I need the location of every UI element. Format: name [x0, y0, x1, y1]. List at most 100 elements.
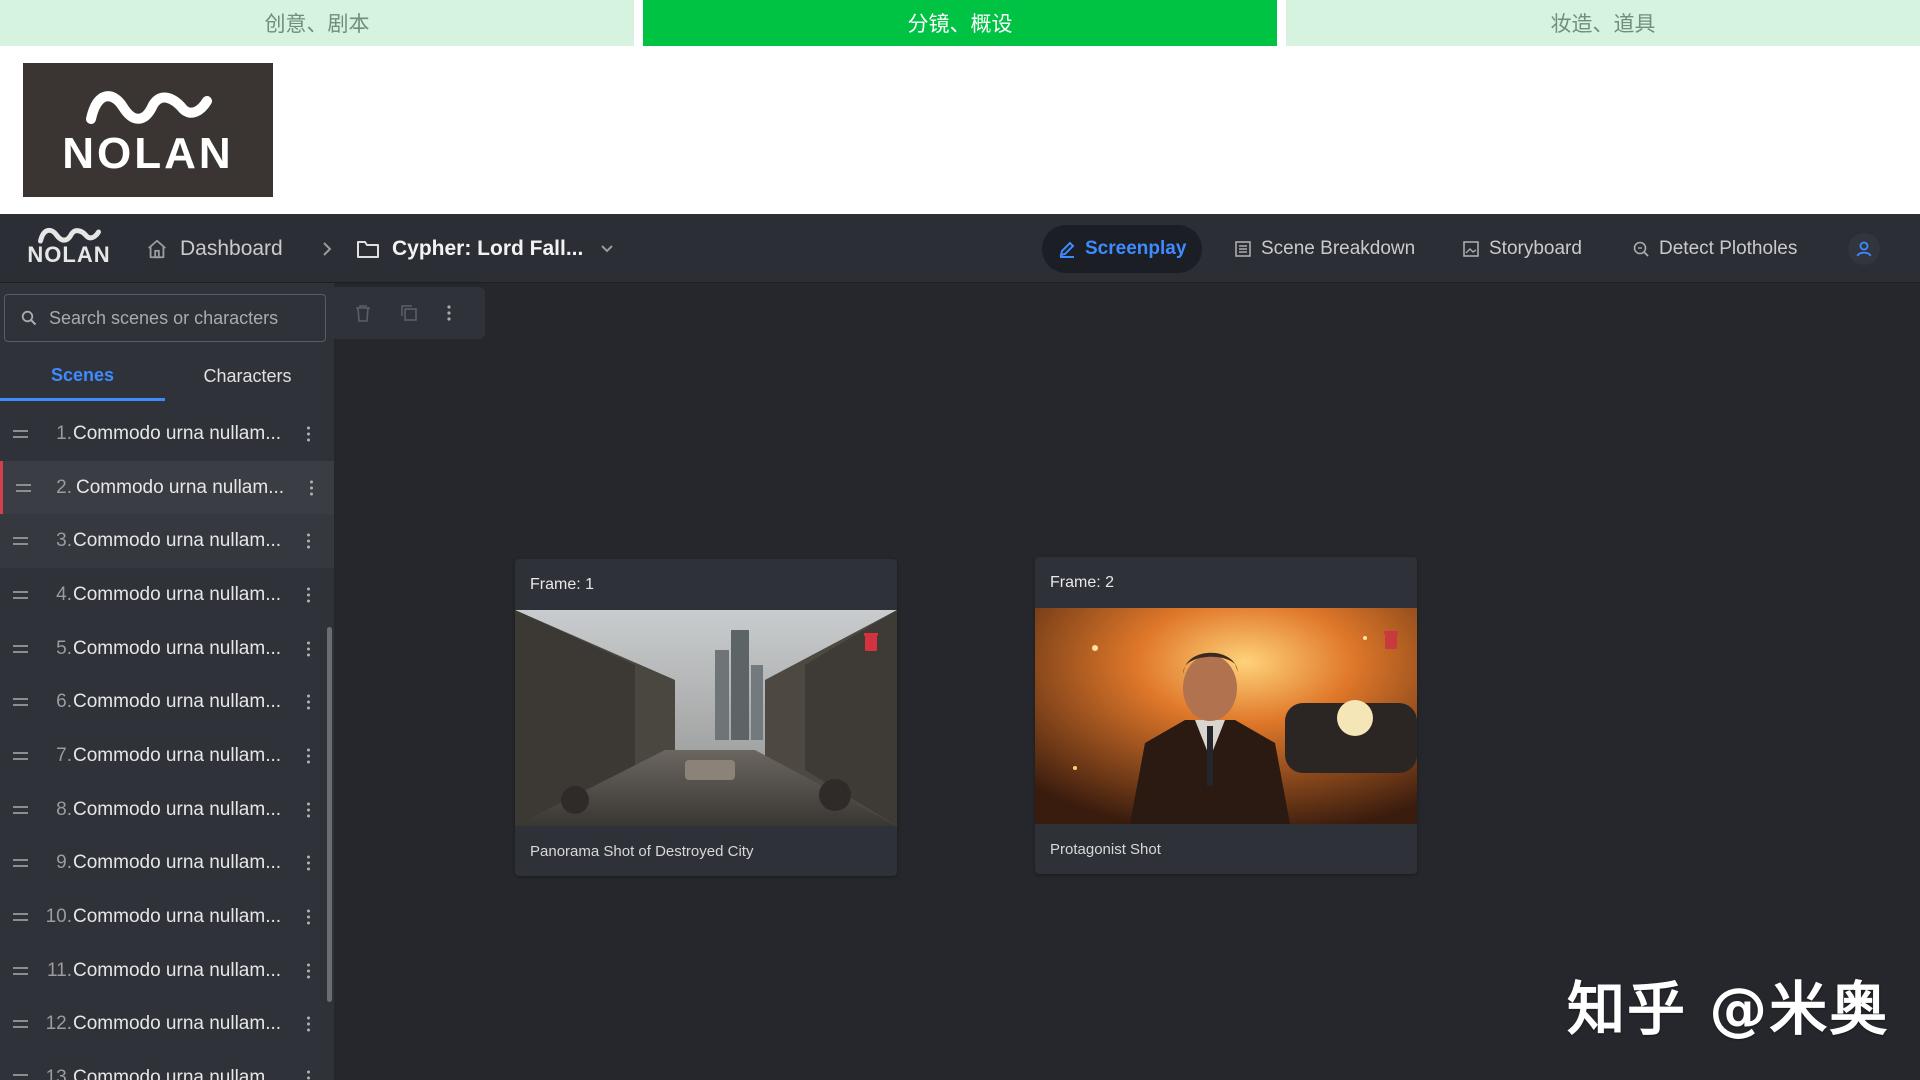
nav-logo[interactable]: NOLAN	[24, 224, 114, 274]
more-vertical-icon[interactable]	[446, 304, 452, 322]
more-vertical-icon[interactable]	[307, 1016, 310, 1032]
frame-label: Frame: 1	[530, 575, 595, 593]
trash-icon[interactable]	[354, 303, 372, 323]
drag-handle-icon[interactable]	[16, 483, 31, 492]
more-vertical-icon[interactable]	[307, 641, 310, 657]
more-vertical-icon[interactable]	[307, 748, 310, 764]
chevron-right-icon	[320, 239, 334, 259]
frame-thumbnail[interactable]	[1035, 608, 1417, 824]
drag-handle-icon[interactable]	[13, 913, 28, 922]
nolan-app: NOLAN Dashboard Cypher: Lord Fall... Scr…	[0, 214, 1920, 1080]
drag-handle-icon[interactable]	[13, 859, 28, 868]
frame-caption: Panorama Shot of Destroyed City	[530, 842, 754, 860]
more-vertical-icon[interactable]	[307, 426, 310, 442]
search-box[interactable]	[4, 294, 326, 342]
scene-title: Commodo urna nullam...	[73, 744, 282, 766]
more-vertical-icon[interactable]	[307, 963, 310, 979]
slide-tab-bar: 创意、剧本 分镜、概设 妆造、道具	[0, 0, 1920, 46]
slide-tab-ideas-script[interactable]: 创意、剧本	[0, 0, 634, 46]
scene-list-item[interactable]: 7. Commodo urna nullam...	[0, 729, 334, 783]
drag-handle-icon[interactable]	[13, 966, 28, 975]
scene-list-item[interactable]: 6. Commodo urna nullam...	[0, 675, 334, 729]
more-vertical-icon[interactable]	[307, 855, 310, 871]
scene-title: Commodo urna nullam...	[73, 530, 282, 552]
scene-list-item[interactable]: 4. Commodo urna nullam...	[0, 568, 334, 622]
drag-handle-icon[interactable]	[13, 429, 28, 438]
scene-number: 3.	[56, 530, 72, 552]
frame-card-2[interactable]: Frame: 2 Protagonist Shot	[1035, 557, 1417, 874]
scene-title: Commodo urna nullam...	[73, 906, 282, 928]
scene-title: Commodo urna nullam...	[73, 691, 282, 713]
scene-number: 13.	[45, 1067, 72, 1080]
frame-card-1[interactable]: Frame: 1 Panorama Shot of Destroyed City	[515, 559, 897, 876]
search-icon	[21, 310, 37, 326]
scene-list-item[interactable]: 11. Commodo urna nullam...	[0, 944, 334, 998]
scene-list-item[interactable]: 12. Commodo urna nullam...	[0, 998, 334, 1052]
nav-detect-plotholes-button[interactable]: Detect Plotholes	[1616, 225, 1813, 273]
scene-list-item[interactable]: 5. Commodo urna nullam...	[0, 622, 334, 676]
scene-list-scrollbar[interactable]	[327, 627, 332, 1002]
breadcrumb-project[interactable]: Cypher: Lord Fall...	[356, 214, 615, 283]
drag-handle-icon[interactable]	[13, 1020, 28, 1029]
scene-number: 12.	[45, 1013, 72, 1035]
scene-list-item[interactable]: 1. Commodo urna nullam...	[0, 407, 334, 461]
duplicate-icon[interactable]	[400, 304, 418, 322]
scene-title: Commodo urna nullam...	[73, 1067, 282, 1080]
scene-list-item[interactable]: 2. Commodo urna nullam...	[0, 460, 334, 515]
scene-title: Commodo urna nullam...	[73, 959, 282, 981]
slide-tab-makeup-props[interactable]: 妆造、道具	[1286, 0, 1920, 46]
chevron-down-icon[interactable]	[599, 243, 615, 255]
more-vertical-icon[interactable]	[307, 1070, 310, 1080]
scene-number: 4.	[56, 583, 72, 605]
more-vertical-icon[interactable]	[307, 909, 310, 925]
frame-thumbnail[interactable]	[515, 610, 897, 826]
more-vertical-icon[interactable]	[310, 480, 313, 496]
scene-list-item[interactable]: 8. Commodo urna nullam...	[0, 783, 334, 837]
more-vertical-icon[interactable]	[307, 587, 310, 603]
frame-label: Frame: 2	[1050, 573, 1115, 591]
scene-list-item[interactable]: 9. Commodo urna nullam...	[0, 837, 334, 891]
delete-frame-icon[interactable]	[863, 632, 879, 657]
breadcrumb-separator	[320, 214, 346, 283]
search-detect-icon	[1632, 240, 1650, 258]
zhihu-watermark: 知乎 @米奥	[1567, 975, 1890, 1043]
more-vertical-icon[interactable]	[307, 802, 310, 818]
scene-title: Commodo urna nullam...	[73, 852, 282, 874]
tab-characters[interactable]: Characters	[165, 352, 330, 401]
scene-number: 11.	[46, 959, 72, 981]
folder-icon	[356, 239, 380, 259]
search-input[interactable]	[49, 307, 299, 329]
drag-handle-icon[interactable]	[13, 751, 28, 760]
list-icon	[1234, 240, 1252, 258]
logo-area: NOLAN	[0, 46, 1920, 214]
delete-frame-icon[interactable]	[1383, 630, 1399, 655]
scene-title: Commodo urna nullam...	[73, 1013, 282, 1035]
nav-scene-breakdown-button[interactable]: Scene Breakdown	[1218, 225, 1431, 273]
scene-title: Commodo urna nullam...	[73, 422, 282, 444]
breadcrumb-dashboard[interactable]: Dashboard	[146, 214, 283, 283]
drag-handle-icon[interactable]	[13, 805, 28, 814]
drag-handle-icon[interactable]	[13, 1074, 28, 1080]
scene-number: 9.	[56, 852, 72, 874]
slide-tab-storyboard-concept[interactable]: 分镜、概设	[643, 0, 1277, 46]
nav-scene-breakdown-label: Scene Breakdown	[1261, 238, 1416, 259]
tab-scenes[interactable]: Scenes	[0, 352, 165, 401]
drag-handle-icon[interactable]	[13, 537, 28, 546]
scene-list-item[interactable]: 10. Commodo urna nullam...	[0, 890, 334, 944]
wave-logo-icon	[86, 91, 212, 124]
drag-handle-icon[interactable]	[13, 590, 28, 599]
more-vertical-icon[interactable]	[307, 533, 310, 549]
nav-storyboard-button[interactable]: Storyboard	[1446, 225, 1598, 273]
project-title: Cypher: Lord Fall...	[392, 236, 584, 260]
user-avatar-button[interactable]	[1848, 233, 1880, 265]
drag-handle-icon[interactable]	[13, 698, 28, 707]
frame-toolbar	[334, 287, 485, 339]
more-vertical-icon[interactable]	[307, 694, 310, 710]
nav-screenplay-button[interactable]: Screenplay	[1042, 225, 1203, 273]
logo-wordmark: NOLAN	[62, 129, 234, 178]
image-icon	[1462, 240, 1480, 258]
nolan-logo-large: NOLAN	[23, 63, 273, 197]
scene-list-item[interactable]: 13. Commodo urna nullam...	[0, 1051, 334, 1080]
drag-handle-icon[interactable]	[13, 644, 28, 653]
scene-list-item[interactable]: 3. Commodo urna nullam...	[0, 514, 334, 569]
